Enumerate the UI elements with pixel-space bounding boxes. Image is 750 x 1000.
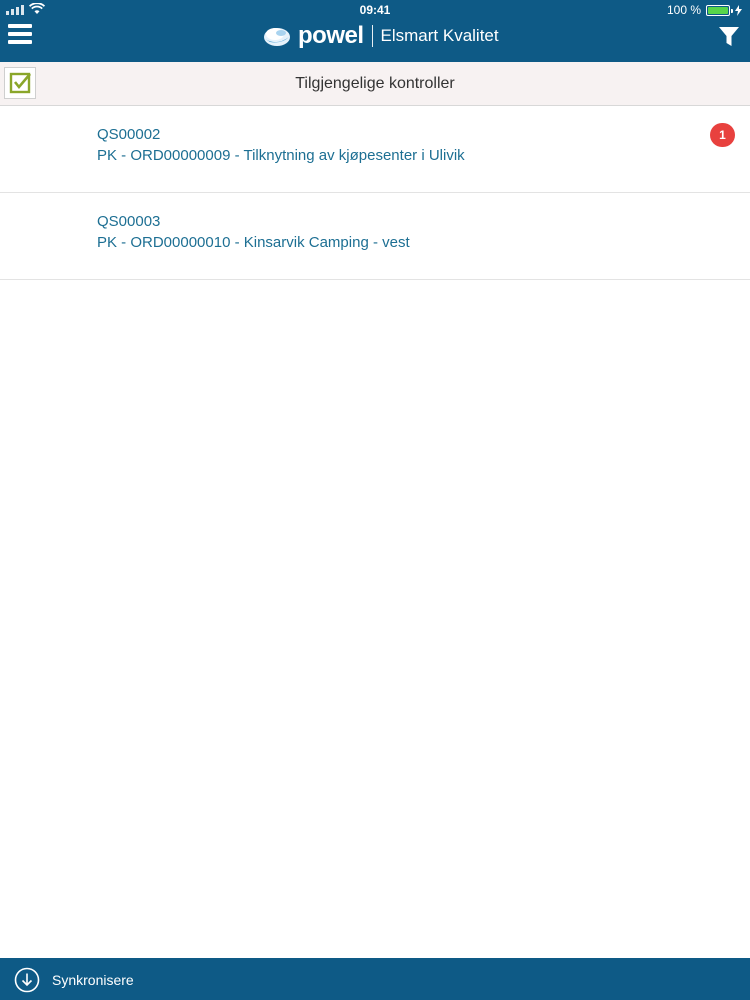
sync-button[interactable]: Synkronisere xyxy=(52,972,134,988)
page-title: Tilgjengelige kontroller xyxy=(295,75,455,92)
battery-percent: 100 % xyxy=(666,3,701,17)
filter-funnel-icon[interactable] xyxy=(718,26,740,48)
list-item[interactable]: QS00002 PK - ORD00000009 - Tilknytning a… xyxy=(0,106,750,193)
brand-divider xyxy=(371,25,373,47)
status-bar: 09:41 100 % xyxy=(0,0,750,20)
brand-name: powel xyxy=(298,22,364,49)
controls-list: QS00002 PK - ORD00000009 - Tilknytning a… xyxy=(0,106,750,280)
notification-badge: 1 xyxy=(710,123,735,147)
charging-bolt-icon xyxy=(735,4,742,16)
item-id: QS00002 xyxy=(97,126,161,143)
sync-bar[interactable]: Synkronisere xyxy=(0,958,750,1000)
status-indicators-right: 100 % xyxy=(667,3,742,17)
list-header: Tilgjengelige kontroller xyxy=(0,62,750,106)
item-description: PK - ORD00000009 - Tilknytning av kjøpes… xyxy=(97,147,465,164)
download-circle-icon xyxy=(14,967,40,993)
hamburger-menu-icon[interactable] xyxy=(8,24,32,46)
battery-icon xyxy=(706,4,733,16)
battery-level xyxy=(708,6,728,14)
clock: 09:41 xyxy=(359,3,391,17)
powel-cloud-logo xyxy=(264,28,290,46)
app-title: Elsmart Kvalitet xyxy=(380,26,499,45)
item-description: PK - ORD00000010 - Kinsarvik Camping - v… xyxy=(97,234,410,251)
list-item[interactable]: QS00003 PK - ORD00000010 - Kinsarvik Cam… xyxy=(0,193,750,280)
app-header: 09:41 100 % powel Elsmart Kvalitet xyxy=(0,0,750,62)
item-id: QS00003 xyxy=(97,213,161,230)
brand: powel Elsmart Kvalitet xyxy=(262,22,499,50)
